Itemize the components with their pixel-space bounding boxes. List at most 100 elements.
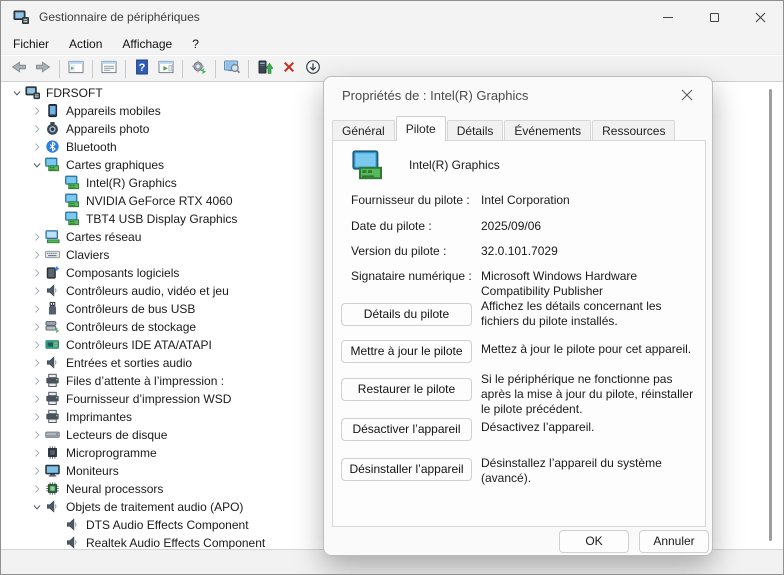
tab-v-nements[interactable]: Événements <box>504 120 591 141</box>
cancel-button[interactable]: Annuler <box>639 530 709 553</box>
tree-item-label: Contrôleurs de bus USB <box>66 302 195 316</box>
chevron-right-icon[interactable] <box>29 373 45 389</box>
menu-item-item[interactable]: ? <box>182 34 209 54</box>
minimize-icon <box>663 17 673 18</box>
properties-window-button[interactable] <box>97 58 121 80</box>
expander-placeholder <box>49 535 65 550</box>
chevron-right-icon[interactable] <box>29 103 45 119</box>
device-name: Intel(R) Graphics <box>409 158 500 172</box>
tab-ressources[interactable]: Ressources <box>592 120 675 141</box>
chevron-right-icon[interactable] <box>29 391 45 407</box>
chevron-right-icon[interactable] <box>29 139 45 155</box>
remote-monitor-icon <box>224 59 240 78</box>
tab-d-tails[interactable]: Détails <box>447 120 504 141</box>
speaker-icon <box>65 535 81 550</box>
help-icon: ? <box>134 59 150 78</box>
minimize-button[interactable] <box>645 1 691 33</box>
close-button[interactable] <box>737 1 783 33</box>
d-sactiver-l-appareil-button[interactable]: Désactiver l’appareil <box>341 418 472 441</box>
toolbar-separator <box>125 60 126 78</box>
tree-item-label: Bluetooth <box>66 140 117 154</box>
remote-monitor-button[interactable] <box>220 58 244 80</box>
speaker-icon <box>45 283 61 299</box>
tree-item-label: DTS Audio Effects Component <box>86 518 249 532</box>
tree-scrollbar[interactable] <box>769 89 772 541</box>
restaurer-le-pilote-description: Si le périphérique ne fonctionne pas apr… <box>481 372 701 417</box>
tree-item-label: Fournisseur d’impression WSD <box>66 392 231 406</box>
tree-item-label: NVIDIA GeForce RTX 4060 <box>86 194 233 208</box>
chevron-right-icon[interactable] <box>29 481 45 497</box>
help-button[interactable]: ? <box>130 58 154 80</box>
chevron-right-icon[interactable] <box>29 445 45 461</box>
chevron-right-icon[interactable] <box>29 265 45 281</box>
chevron-down-icon[interactable] <box>29 157 45 173</box>
chevron-right-icon[interactable] <box>29 229 45 245</box>
field-label-signataire-num-rique: Signataire numérique : <box>351 269 481 283</box>
tree-item-label: Realtek Audio Effects Component <box>86 536 265 550</box>
dialog-close-button[interactable] <box>670 81 704 109</box>
d-tails-du-pilote-button[interactable]: Détails du pilote <box>341 303 472 326</box>
field-label-version-du-pilote: Version du pilote : <box>351 244 481 258</box>
tree-item-label: TBT4 USB Display Graphics <box>86 212 237 226</box>
field-value-version-du-pilote: 32.0.101.7029 <box>481 244 703 259</box>
tree-item-label: Files d’attente à l’impression : <box>66 374 224 388</box>
chevron-right-icon[interactable] <box>29 409 45 425</box>
chevron-down-icon[interactable] <box>9 85 25 101</box>
menu-item-affichage[interactable]: Affichage <box>112 34 182 54</box>
bluetooth-icon <box>45 139 61 155</box>
tree-item-label: Lecteurs de disque <box>66 428 167 442</box>
forward-button[interactable] <box>31 58 55 80</box>
chevron-down-icon[interactable] <box>29 499 45 515</box>
chevron-right-icon[interactable] <box>29 283 45 299</box>
uninstall-device-icon <box>281 59 297 78</box>
restaurer-le-pilote-button[interactable]: Restaurer le pilote <box>341 378 472 401</box>
ok-button[interactable]: OK <box>559 530 629 553</box>
update-driver-icon <box>257 59 273 78</box>
field-value-date-du-pilote: 2025/09/06 <box>481 219 703 234</box>
toolbar-separator <box>59 60 60 78</box>
expander-placeholder <box>49 517 65 533</box>
chevron-right-icon[interactable] <box>29 337 45 353</box>
dialog-close-icon <box>681 89 693 101</box>
close-icon <box>755 12 766 23</box>
display-adapter-icon <box>65 211 81 227</box>
scan-hardware-button[interactable] <box>187 58 211 80</box>
disable-device-icon <box>305 59 321 78</box>
tab-g-n-ral[interactable]: Général <box>332 120 395 141</box>
tablet-icon <box>45 103 61 119</box>
menubar: FichierActionAffichage? <box>1 33 783 55</box>
update-driver-button[interactable] <box>253 58 277 80</box>
mettre-jour-le-pilote-description: Mettez à jour le pilote pour cet apparei… <box>481 342 701 357</box>
back-button[interactable] <box>7 58 31 80</box>
toolbar-separator <box>182 60 183 78</box>
menu-item-fichier[interactable]: Fichier <box>3 34 59 54</box>
tree-item-label: Cartes graphiques <box>66 158 164 172</box>
d-sinstaller-l-appareil-button[interactable]: Désinstaller l’appareil <box>341 458 472 481</box>
expander-placeholder <box>49 175 65 191</box>
show-console-button[interactable] <box>154 58 178 80</box>
tree-item-label: Contrôleurs audio, vidéo et jeu <box>66 284 229 298</box>
chevron-right-icon[interactable] <box>29 463 45 479</box>
tree-item-label: Objets de traitement audio (APO) <box>66 500 243 514</box>
toolbar-separator <box>248 60 249 78</box>
mettre-jour-le-pilote-button[interactable]: Mettre à jour le pilote <box>341 340 472 363</box>
chevron-right-icon[interactable] <box>29 355 45 371</box>
disk-icon <box>45 427 61 443</box>
tree-item-label: Neural processors <box>66 482 163 496</box>
chevron-right-icon[interactable] <box>29 427 45 443</box>
tree-item-label: Entrées et sorties audio <box>66 356 192 370</box>
window-title: Gestionnaire de périphériques <box>39 10 200 24</box>
disable-device-button[interactable] <box>301 58 325 80</box>
maximize-button[interactable] <box>691 1 737 33</box>
chevron-right-icon[interactable] <box>29 247 45 263</box>
tab-pilote[interactable]: Pilote <box>396 116 446 141</box>
dialog-title: Propriétés de : Intel(R) Graphics <box>342 88 528 103</box>
chevron-right-icon[interactable] <box>29 121 45 137</box>
chevron-right-icon[interactable] <box>29 301 45 317</box>
field-value-fournisseur-du-pilote: Intel Corporation <box>481 193 703 208</box>
chevron-right-icon[interactable] <box>29 319 45 335</box>
uninstall-device-button[interactable] <box>277 58 301 80</box>
menu-item-action[interactable]: Action <box>59 34 112 54</box>
console-window-button[interactable] <box>64 58 88 80</box>
speaker-icon <box>45 499 61 515</box>
